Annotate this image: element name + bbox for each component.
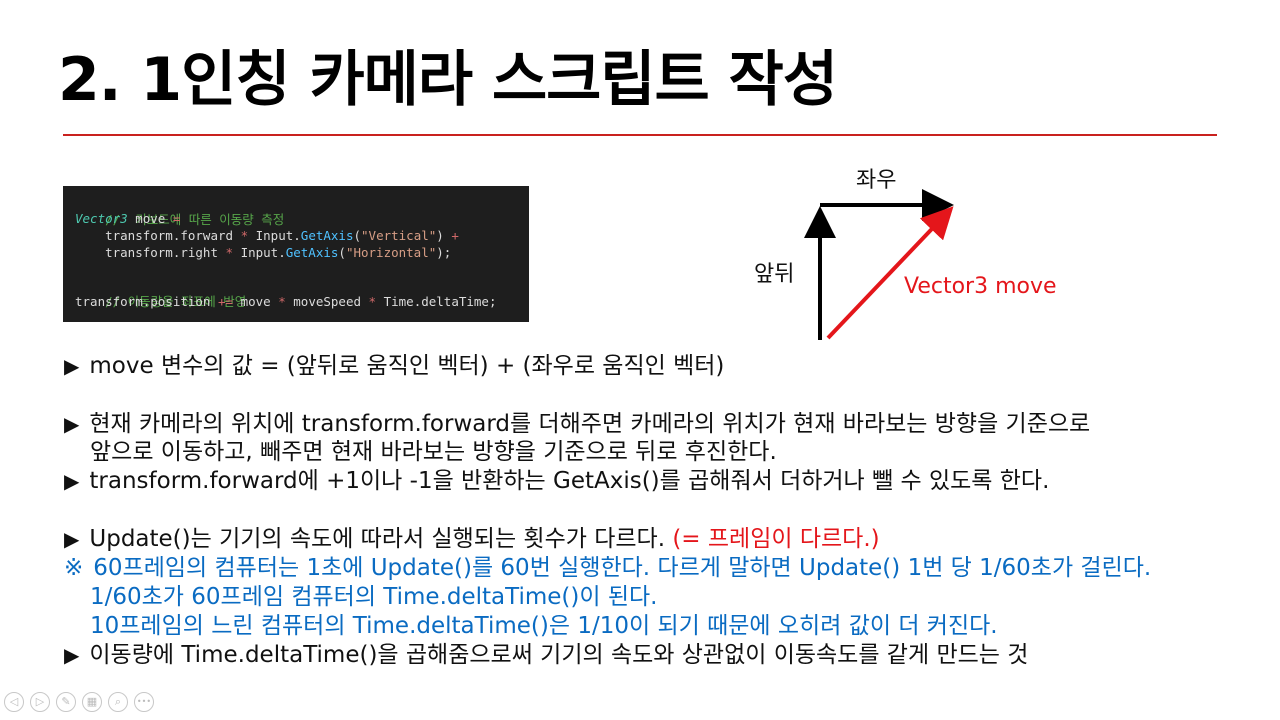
code-operator: * <box>368 294 377 309</box>
code-operator: = <box>172 211 181 226</box>
code-string: "Horizontal" <box>345 245 437 260</box>
code-operator: += <box>218 294 234 309</box>
line-text: 1/60초가 60프레임 컴퓨터의 Time.deltaTime()이 된다. <box>90 584 658 610</box>
line-text: move 변수의 값 = (앞뒤로 움직인 벡터) + (좌우로 움직인 벡터) <box>89 353 725 379</box>
code-punct: ); <box>436 245 452 260</box>
bullet-icon: ▶ <box>64 412 80 436</box>
code-snippet: // 키보드에 따른 이동량 측정 Vector3 move = transfo… <box>63 186 529 322</box>
code-punct: ) <box>436 228 452 243</box>
code-text: Input. <box>248 228 301 243</box>
code-line-2: Vector3 move = <box>75 211 180 226</box>
code-text: transform.forward <box>75 228 241 243</box>
frame-note-red: (= 프레임이 다르다.) <box>672 526 880 552</box>
slides-grid-icon[interactable]: ▦ <box>82 692 102 712</box>
line-text: transform.forward에 +1이나 -1을 반환하는 GetAxis… <box>89 468 1050 494</box>
code-string: "Vertical" <box>361 228 437 243</box>
line-text: 이동량에 Time.deltaTime()을 곱해줌으로써 기기의 속도와 상관… <box>89 642 1029 668</box>
note-60fps-delta: 1/60초가 60프레임 컴퓨터의 Time.deltaTime()이 된다. <box>64 583 657 611</box>
code-punct: ( <box>353 228 362 243</box>
note-mark: ※ <box>64 555 84 581</box>
code-punct: ( <box>338 245 346 260</box>
code-line-6: transform.position += move * moveSpeed *… <box>75 294 497 309</box>
next-slide-icon[interactable]: ▷ <box>30 692 50 712</box>
line-text: Update()는 기기의 속도에 따라서 실행되는 횟수가 다르다. <box>89 526 666 552</box>
code-text: Time.deltaTime; <box>376 294 497 309</box>
code-function: GetAxis <box>285 245 339 260</box>
line-forward-explain: ▶ 현재 카메라의 위치에 transform.forward를 더해주면 카메라… <box>64 410 1090 438</box>
code-line-4: transform.right * Input.GetAxis("Horizon… <box>75 245 451 260</box>
zoom-icon[interactable]: ⌕ <box>108 692 128 712</box>
bullet-icon: ▶ <box>64 527 80 551</box>
code-text: move <box>127 211 173 226</box>
code-text: Input. <box>233 245 286 260</box>
line-deltatime-purpose: ▶ 이동량에 Time.deltaTime()을 곱해줌으로써 기기의 속도와 상… <box>64 641 1028 669</box>
code-text: transform.right <box>75 245 226 260</box>
title-underline <box>63 134 1217 136</box>
previous-slide-icon[interactable]: ◁ <box>4 692 24 712</box>
bullet-icon: ▶ <box>64 354 80 378</box>
line-move-value: ▶ move 변수의 값 = (앞뒤로 움직인 벡터) + (좌우로 움직인 벡터… <box>64 352 724 380</box>
line-text: 60프레임의 컴퓨터는 1초에 Update()를 60번 실행한다. 다르게 … <box>93 555 1152 581</box>
line-text: 현재 카메라의 위치에 transform.forward를 더해주면 카메라의… <box>89 411 1091 437</box>
line-text: 10프레임의 느린 컴퓨터의 Time.deltaTime()은 1/10이 되… <box>90 613 998 639</box>
code-operator: * <box>225 245 234 260</box>
note-10fps-delta: 10프레임의 느린 컴퓨터의 Time.deltaTime()은 1/10이 되… <box>64 612 998 640</box>
code-operator: + <box>451 228 459 243</box>
line-text: 앞으로 이동하고, 빼주면 현재 바라보는 방향을 기준으로 뒤로 후진한다. <box>90 439 777 465</box>
line-forward-explain-cont: 앞으로 이동하고, 빼주면 현재 바라보는 방향을 기준으로 뒤로 후진한다. <box>64 438 777 466</box>
code-operator: * <box>278 294 286 309</box>
bullet-icon: ▶ <box>64 643 80 667</box>
code-text: transform.position <box>75 294 218 309</box>
pen-icon[interactable]: ✎ <box>56 692 76 712</box>
vector-diagram: 좌우 앞뒤 Vector3 move <box>740 150 1100 360</box>
line-update-frames: ▶ Update()는 기기의 속도에 따라서 실행되는 횟수가 다르다. (= … <box>64 525 880 553</box>
code-function: GetAxis <box>300 228 354 243</box>
code-line-3: transform.forward * Input.GetAxis("Verti… <box>75 228 459 243</box>
line-getaxis: ▶ transform.forward에 +1이나 -1을 반환하는 GetAxi… <box>64 467 1049 495</box>
slide-title: 2. 1인칭 카메라 스크립트 작성 <box>58 45 838 115</box>
vector-arrows <box>804 189 954 340</box>
code-type: Vector3 <box>75 211 128 226</box>
vector3-move-label: Vector3 move <box>904 274 1057 299</box>
note-60fps: ※ 60프레임의 컴퓨터는 1초에 Update()를 60번 실행한다. 다르게… <box>64 554 1151 582</box>
left-right-label: 좌우 <box>856 168 897 193</box>
code-operator: * <box>240 228 249 243</box>
forward-back-label: 앞뒤 <box>754 262 795 287</box>
code-text: moveSpeed <box>285 294 369 309</box>
more-options-icon[interactable]: ••• <box>134 692 154 712</box>
code-text: move <box>233 294 279 309</box>
bullet-icon: ▶ <box>64 469 80 493</box>
